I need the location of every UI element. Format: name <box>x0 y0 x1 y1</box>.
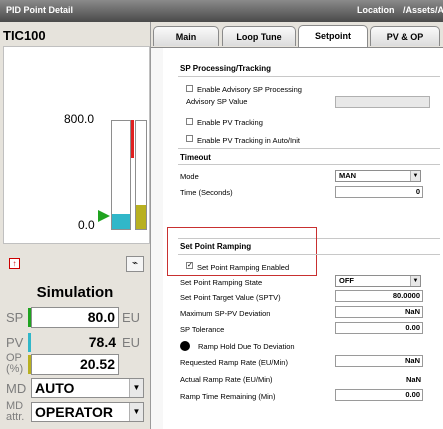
trend-icon[interactable]: ⌁ <box>126 256 144 272</box>
timeout-mode-value: MAN <box>339 171 357 180</box>
sp-marker-icon[interactable] <box>98 210 110 222</box>
divider <box>178 254 440 255</box>
pv-label: PV <box>6 335 24 350</box>
title-bar: PID Point Detail Location /Assets/A <box>0 0 443 22</box>
sp-unit: EU <box>122 310 141 325</box>
sp-input[interactable]: 80.0 <box>31 307 119 328</box>
advisory-sp-checkbox[interactable] <box>186 85 193 92</box>
timeout-mode-select[interactable]: MAN ▼ <box>335 170 421 182</box>
op-bar-fill <box>136 205 146 229</box>
bar-bottom-label: 0.0 <box>78 218 95 232</box>
requested-rate-input[interactable]: NaN <box>335 355 423 367</box>
ramp-hold-label: Ramp Hold Due To Deviation <box>198 342 295 351</box>
sp-tolerance-label: SP Tolerance <box>180 325 225 334</box>
mode-select[interactable]: AUTO ▼ <box>31 378 144 398</box>
chevron-down-icon[interactable]: ▼ <box>129 379 143 397</box>
location-label: Location <box>357 5 395 15</box>
actual-rate-value: NaN <box>405 375 421 384</box>
tab-setpoint[interactable]: Setpoint <box>298 25 368 47</box>
tab-pv-op[interactable]: PV & OP <box>370 26 440 46</box>
mode-attr-select-value: OPERATOR <box>35 404 114 420</box>
chevron-down-icon[interactable]: ▼ <box>410 171 420 181</box>
tab-main[interactable]: Main <box>153 26 219 46</box>
pv-tracking-checkbox[interactable] <box>186 118 193 125</box>
sp-tolerance-input[interactable]: 0.00 <box>335 322 423 334</box>
sp-ramping-enabled-label: Set Point Ramping Enabled <box>197 263 290 272</box>
max-deviation-input[interactable]: NaN <box>335 306 423 318</box>
window-title: PID Point Detail <box>6 5 74 15</box>
pv-bar-fill <box>112 214 130 229</box>
mode-name: Simulation <box>36 284 114 301</box>
ramp-hold-indicator-icon <box>180 341 190 351</box>
timeout-mode-label: Mode <box>180 172 199 181</box>
location-path[interactable]: /Assets/A <box>403 5 443 15</box>
section-sp-processing: SP Processing/Tracking <box>180 64 272 73</box>
op-label: OP (%) <box>6 352 24 375</box>
pv-tracking-auto-label: Enable PV Tracking in Auto/Init <box>197 136 300 145</box>
pv-tracking-label: Enable PV Tracking <box>197 118 263 127</box>
advisory-sp-label: Enable Advisory SP Processing <box>197 85 302 94</box>
md-label: MD <box>6 381 27 396</box>
advisory-sp-value-field <box>335 96 430 108</box>
mode-select-value: AUTO <box>35 380 75 396</box>
pv-tracking-auto-checkbox[interactable] <box>186 135 193 142</box>
op-input[interactable]: 20.52 <box>31 354 119 375</box>
pv-unit: EU <box>122 335 141 350</box>
divider <box>178 76 440 77</box>
advisory-sp-value-label: Advisory SP Value <box>186 97 248 106</box>
sptv-label: Set Point Target Value (SPTV) <box>180 293 281 302</box>
ramping-state-select[interactable]: OFF ▼ <box>335 275 421 287</box>
time-remaining-input[interactable]: 0.00 <box>335 389 423 401</box>
divider <box>178 164 440 165</box>
timeout-time-label: Time (Seconds) <box>180 188 233 197</box>
sp-label: SP <box>6 310 24 325</box>
sp-bar <box>131 120 134 158</box>
chevron-down-icon[interactable]: ▼ <box>410 276 420 286</box>
section-timeout: Timeout <box>180 153 211 162</box>
pv-value: 78.4 <box>88 334 116 350</box>
md-attr-label: MD attr. <box>6 400 25 423</box>
section-sp-ramping: Set Point Ramping <box>180 242 252 251</box>
alarm-icon[interactable]: ↑ <box>9 258 20 269</box>
mode-attr-select[interactable]: OPERATOR ▼ <box>31 402 144 422</box>
requested-rate-label: Requested Ramp Rate (EU/Min) <box>180 358 288 367</box>
timeout-time-input[interactable]: 0 <box>335 186 423 198</box>
sp-ramping-enabled-checkbox[interactable]: ✓ <box>186 262 193 269</box>
tag-name: TIC100 <box>3 28 46 43</box>
sptv-input[interactable]: 80.0000 <box>335 290 423 302</box>
max-deviation-label: Maximum SP-PV Deviation <box>180 309 271 318</box>
ramping-state-label: Set Point Ramping State <box>180 278 263 287</box>
chevron-down-icon[interactable]: ▼ <box>129 403 143 421</box>
tab-loop-tune[interactable]: Loop Tune <box>222 26 296 46</box>
bar-top-label: 800.0 <box>64 112 95 126</box>
actual-rate-label: Actual Ramp Rate (EU/Min) <box>180 375 273 384</box>
time-remaining-label: Ramp Time Remaining (Min) <box>180 392 276 401</box>
ramping-state-value: OFF <box>339 276 354 285</box>
divider <box>178 148 440 149</box>
